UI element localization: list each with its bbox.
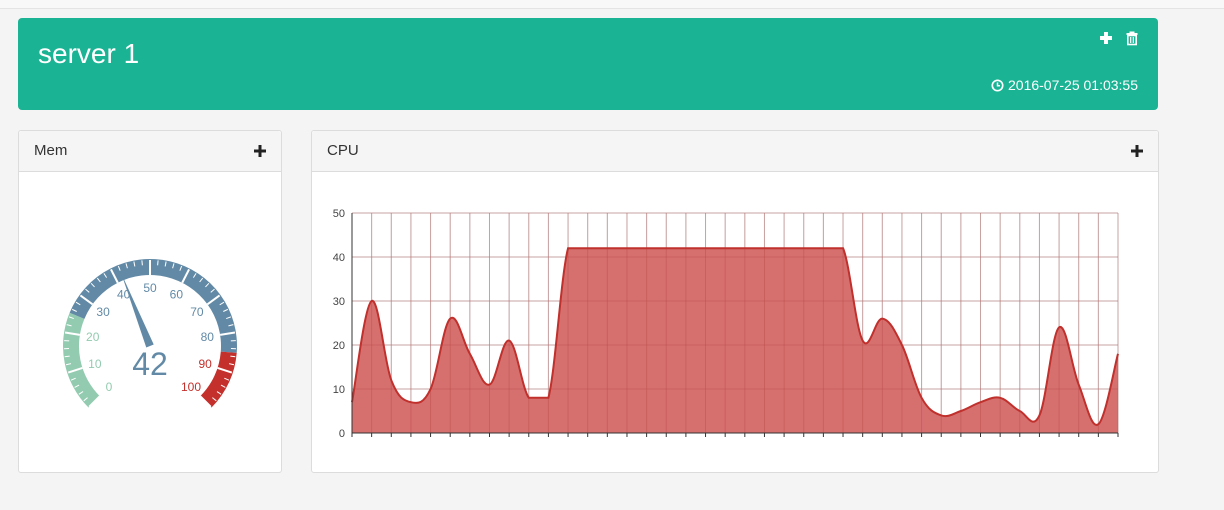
- cpu-panel-title: CPU: [327, 142, 359, 159]
- cpu-area: [352, 248, 1118, 433]
- gauge-tick-label: 90: [198, 357, 212, 371]
- trash-icon[interactable]: [1124, 30, 1140, 46]
- server-header: server 1 2016-07-25 01:03:55: [18, 18, 1158, 110]
- clock-icon: [991, 78, 1004, 92]
- gauge-tick: [230, 355, 236, 358]
- mem-panel-title: Mem: [34, 142, 68, 159]
- gauge-value: 42: [132, 346, 168, 382]
- gauge-tick-label: 80: [201, 330, 215, 344]
- mem-panel-heading: Mem: [19, 131, 281, 172]
- cpu-panel: CPU 0 10 20 30 40 50: [311, 130, 1159, 473]
- mem-add-icon[interactable]: [253, 144, 267, 158]
- header-actions: [1098, 30, 1140, 46]
- timestamp: 2016-07-25 01:03:55: [991, 77, 1138, 93]
- gauge-tick: [64, 355, 70, 358]
- mem-panel: Mem 0 10 20 30 40 50 60 70 80 90 100 42: [18, 130, 282, 473]
- gauge-tick-label: 100: [181, 380, 201, 394]
- cpu-chart: 0 10 20 30 40 50: [333, 208, 1119, 440]
- timestamp-text: 2016-07-25 01:03:55: [1008, 77, 1138, 93]
- cpu-y-tick-label: 30: [333, 296, 345, 308]
- cpu-y-tick-label: 10: [333, 384, 345, 396]
- cpu-y-tick-label: 20: [333, 340, 345, 352]
- top-bar: [0, 0, 1224, 9]
- gauge-tick-label: 30: [96, 305, 110, 319]
- server-title: server 1: [38, 38, 140, 69]
- cpu-add-icon[interactable]: [1130, 144, 1144, 158]
- gauge-tick-label: 60: [170, 287, 184, 301]
- cpu-y-tick-label: 50: [333, 208, 345, 220]
- add-icon[interactable]: [1098, 30, 1114, 46]
- gauge-tick-label: 0: [106, 380, 113, 394]
- gauge-tick-label: 20: [86, 330, 100, 344]
- cpu-y-tick-label: 40: [333, 252, 345, 264]
- cpu-y-tick-label: 0: [339, 428, 345, 440]
- gauge-tick-label: 70: [190, 305, 204, 319]
- gauge-tick-label: 10: [88, 357, 102, 371]
- mem-gauge: 010203040 50 60708090100 42: [63, 259, 238, 408]
- gauge-tick-label: 50: [143, 281, 157, 295]
- cpu-panel-heading: CPU: [312, 131, 1158, 172]
